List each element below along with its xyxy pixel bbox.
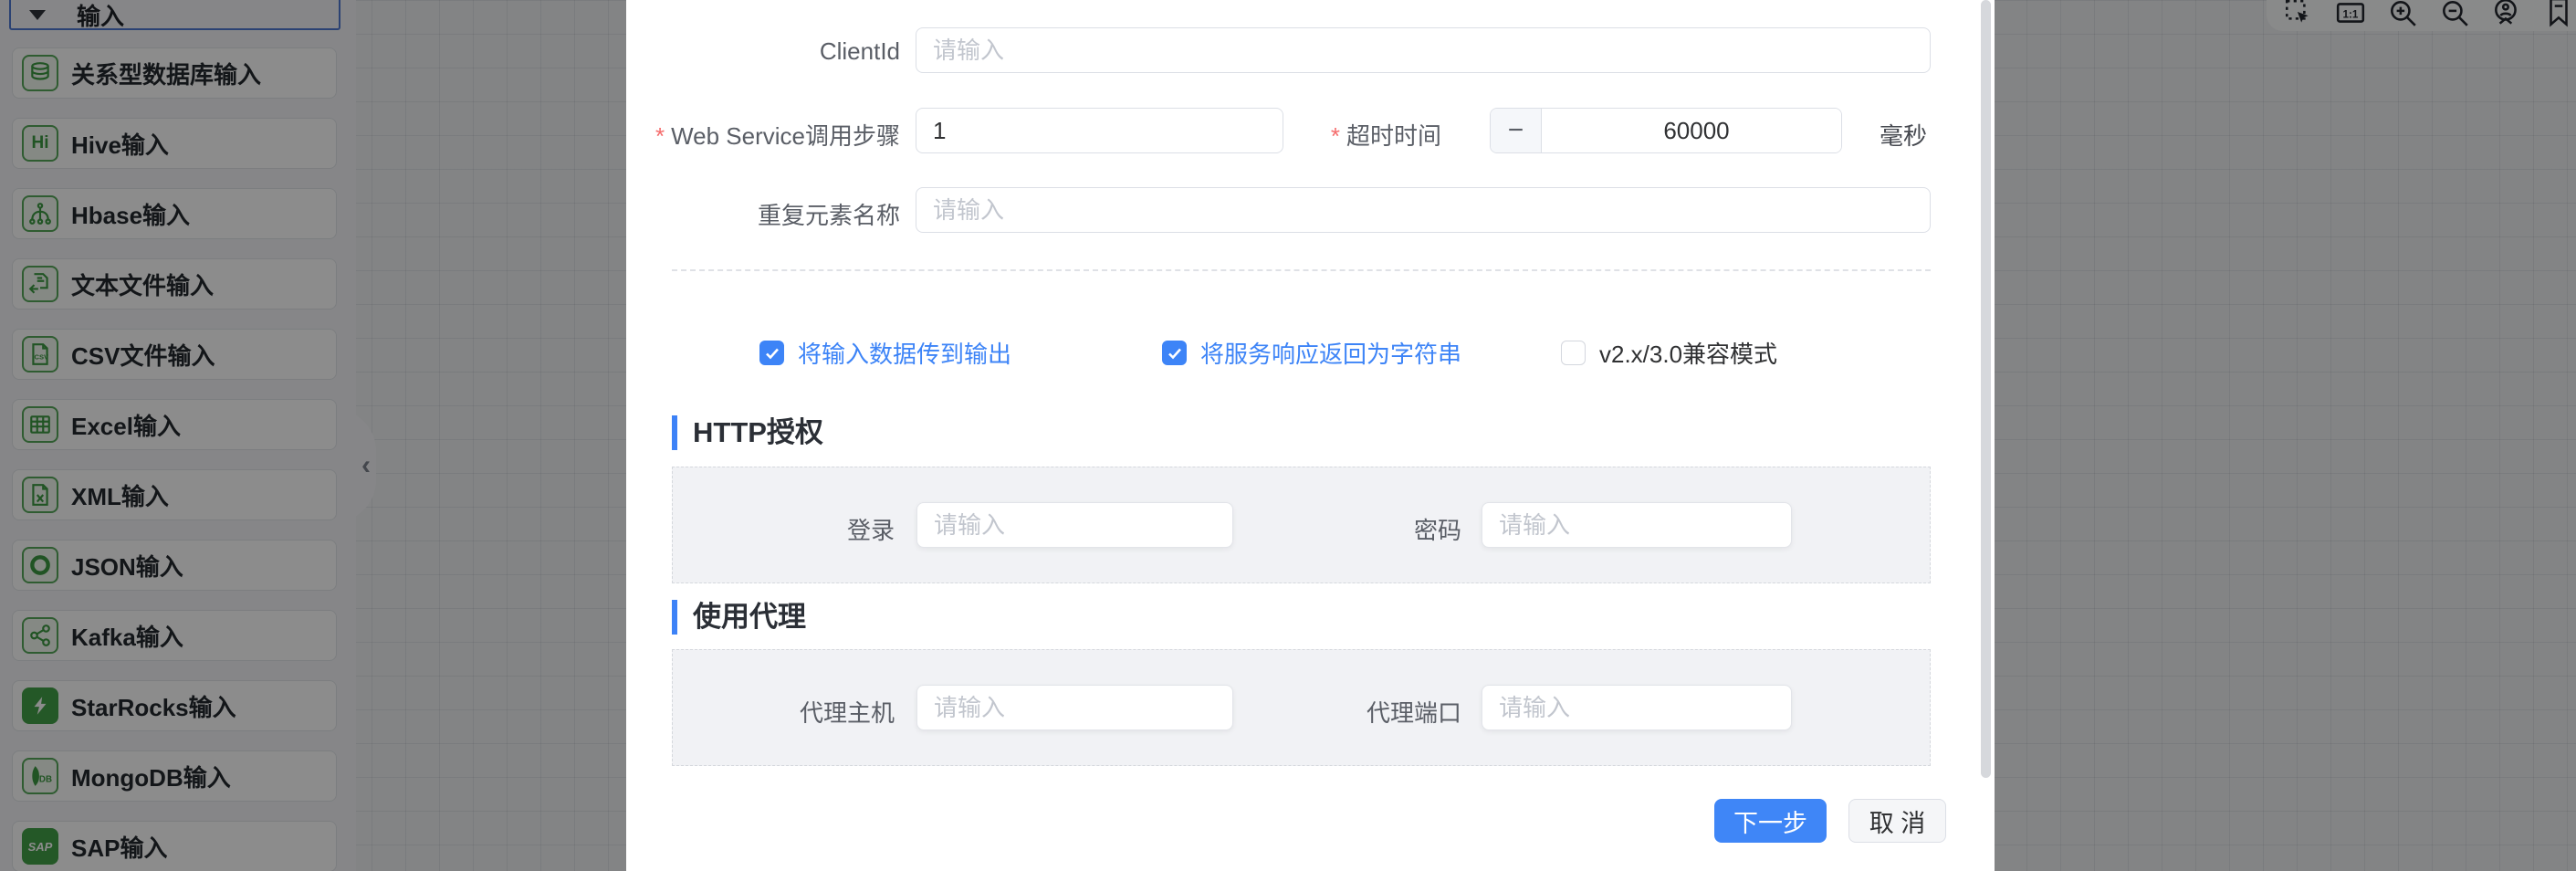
modal-scrollbar-thumb[interactable] bbox=[1981, 0, 1991, 778]
decrement-button[interactable]: − bbox=[1491, 109, 1542, 152]
login-input[interactable] bbox=[916, 502, 1233, 548]
http-auth-panel: 登录 密码 bbox=[672, 467, 1931, 583]
ws-steps-input[interactable] bbox=[916, 108, 1283, 153]
timeout-label: *超时时间 bbox=[1331, 118, 1441, 152]
checkbox-v2x-compat-mode[interactable]: v2.x/3.0兼容模式 bbox=[1561, 336, 1777, 370]
proxy-host-label: 代理主机 bbox=[800, 695, 895, 729]
checkbox-pass-input-to-output[interactable]: 将输入数据传到输出 bbox=[759, 336, 1011, 370]
proxy-panel: 代理主机 代理端口 bbox=[672, 649, 1931, 766]
next-step-button[interactable]: 下一步 bbox=[1714, 799, 1827, 843]
repeat-element-label: 重复元素名称 bbox=[758, 197, 900, 231]
password-input[interactable] bbox=[1482, 502, 1792, 548]
section-title-http-auth: HTTP授权 bbox=[672, 415, 823, 450]
ws-steps-label: *Web Service调用步骤 bbox=[655, 118, 900, 152]
proxy-host-input[interactable] bbox=[916, 685, 1233, 730]
login-label: 登录 bbox=[847, 512, 895, 546]
timeout-stepper: − + bbox=[1490, 108, 1842, 153]
repeat-element-input[interactable] bbox=[916, 187, 1931, 233]
checkbox-return-response-as-string[interactable]: 将服务响应返回为字符串 bbox=[1162, 336, 1461, 370]
dashed-divider bbox=[672, 269, 1931, 271]
checkbox-unchecked-icon[interactable] bbox=[1561, 341, 1586, 365]
password-label: 密码 bbox=[1414, 512, 1461, 546]
timeout-unit-label: 毫秒 bbox=[1880, 118, 1927, 152]
checkbox-checked-icon[interactable] bbox=[759, 341, 784, 365]
required-mark: * bbox=[1331, 122, 1340, 150]
required-mark: * bbox=[655, 122, 665, 150]
app-root: 输入 关系型数据库输入 Hi Hive输入 bbox=[0, 0, 2576, 871]
cancel-button[interactable]: 取 消 bbox=[1848, 799, 1946, 843]
timeout-input[interactable] bbox=[1542, 109, 1842, 152]
proxy-port-label: 代理端口 bbox=[1367, 695, 1461, 729]
checkbox-checked-icon[interactable] bbox=[1162, 341, 1187, 365]
section-title-use-proxy: 使用代理 bbox=[672, 600, 806, 635]
proxy-port-input[interactable] bbox=[1482, 685, 1792, 730]
webservice-config-modal: ClientId *Web Service调用步骤 *超时时间 − + 毫秒 重… bbox=[626, 0, 1995, 871]
clientid-input[interactable] bbox=[916, 27, 1931, 73]
clientid-label: ClientId bbox=[820, 37, 900, 66]
